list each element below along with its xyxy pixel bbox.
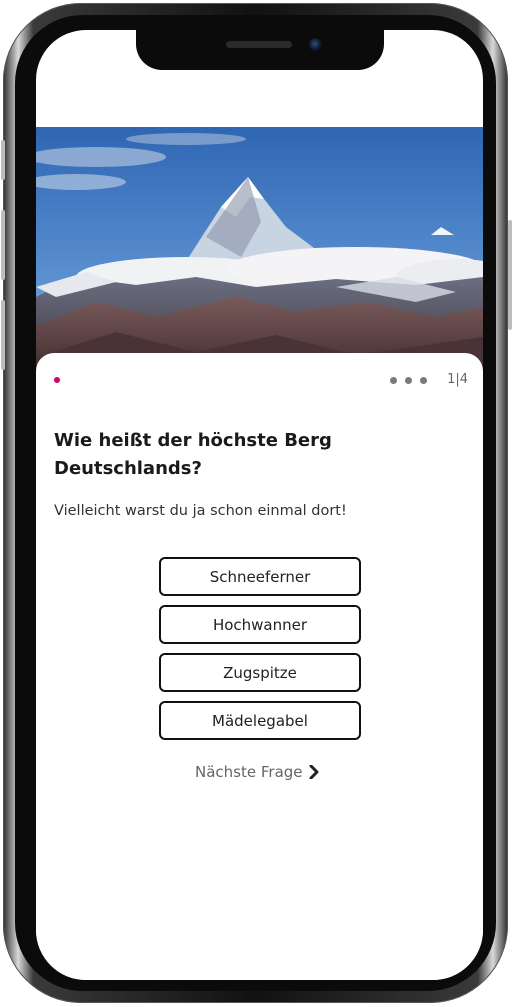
more-options-icon[interactable] [390,377,427,384]
next-question-link[interactable]: Nächste Frage [195,763,319,781]
dot [420,377,427,384]
side-button-right [508,220,512,330]
pink-indicator-dot [54,377,60,383]
side-button-left-2 [1,210,5,280]
quiz-card: 1|4 Wie heißt der höchste Berg Deutschla… [36,353,483,980]
phone-notch [136,30,384,70]
camera-icon [309,38,322,51]
mountain-image [36,127,483,379]
answer-list: Schneeferner Hochwanner Zugspitze Mädele… [159,557,361,749]
speaker-icon [226,41,292,48]
answer-button-zugspitze[interactable]: Zugspitze [159,653,361,692]
phone-screen: 1|4 Wie heißt der höchste Berg Deutschla… [36,30,483,980]
question-counter: 1|4 [447,372,468,387]
answer-button-hochwanner[interactable]: Hochwanner [159,605,361,644]
answer-button-schneeferner[interactable]: Schneeferner [159,557,361,596]
chevron-right-icon [309,765,319,779]
answer-button-maedelegabel[interactable]: Mädelegabel [159,701,361,740]
side-button-left-1 [1,140,5,180]
dot [405,377,412,384]
question-hint: Vielleicht warst du ja schon einmal dort… [54,503,347,519]
question-title: Wie heißt der höchste Berg Deutschlands? [54,430,332,479]
side-button-left-3 [1,300,5,370]
next-question-label: Nächste Frage [195,763,303,781]
dot [390,377,397,384]
